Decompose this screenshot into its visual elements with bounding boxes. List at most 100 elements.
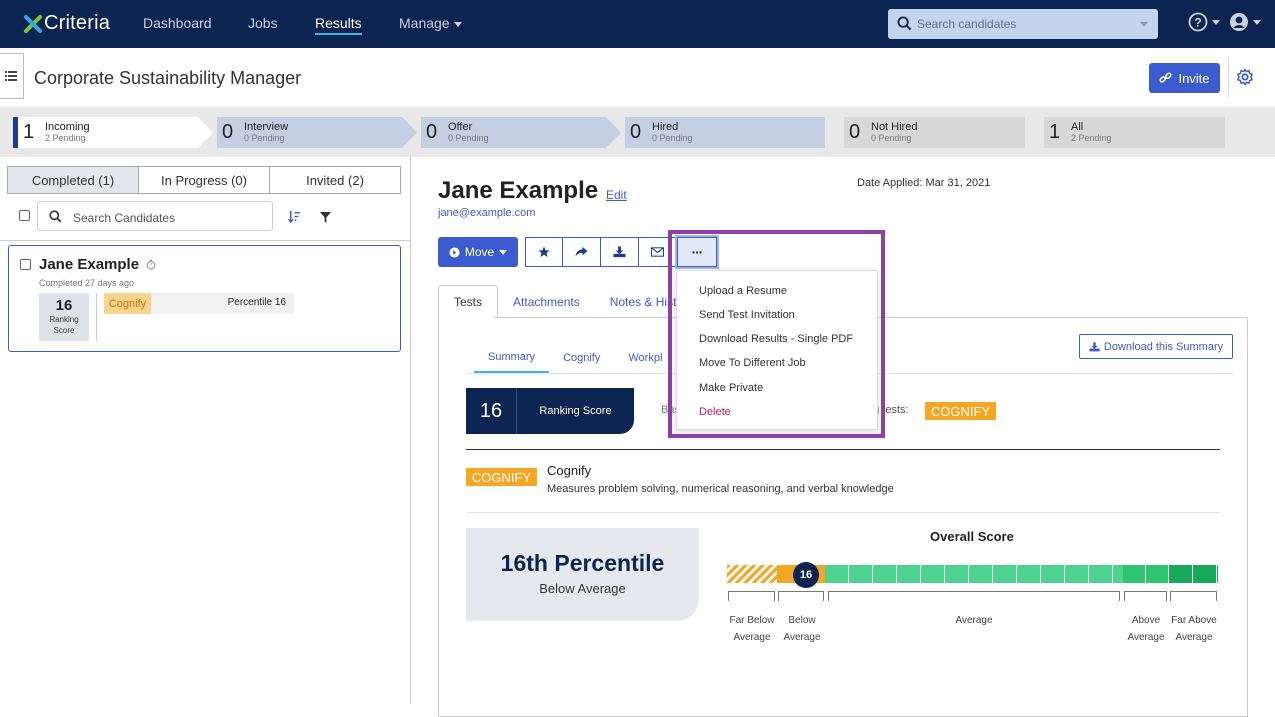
ranking-score-label: Ranking Score	[539, 405, 612, 417]
criteria-logo[interactable]: Criteria	[22, 10, 110, 36]
stage-count: 0	[426, 121, 438, 143]
help-menu[interactable]: ?	[1188, 12, 1220, 32]
stage-count: 0	[849, 121, 861, 143]
band-bracket	[778, 591, 824, 601]
detail-tabs: Tests Attachments Notes & Hist	[438, 285, 691, 318]
stage-count: 1	[23, 121, 35, 143]
subtab-cognify[interactable]: Cognify	[549, 343, 614, 373]
link-icon	[1159, 71, 1172, 83]
question-circle-icon: ?	[1188, 12, 1208, 32]
tab-tests[interactable]: Tests	[438, 285, 499, 318]
candidate-checkbox[interactable]	[20, 259, 31, 270]
stage-label: All	[1071, 120, 1084, 133]
search-icon	[897, 16, 912, 31]
move-button[interactable]: Move	[438, 237, 518, 267]
band-bracket	[728, 591, 775, 601]
nav-dashboard[interactable]: Dashboard	[143, 15, 212, 31]
band-label: Far Below Average	[729, 615, 775, 643]
scale-average	[825, 565, 1123, 583]
ranking-score-block: 16 Ranking Score	[466, 388, 634, 434]
filter-icon[interactable]	[320, 212, 331, 223]
top-navbar: Criteria Dashboard Jobs Results Manage S…	[0, 0, 1275, 48]
caret-down-icon	[499, 249, 508, 255]
stage-offer[interactable]: 0 Offer 0 Pending	[416, 117, 489, 148]
nav-jobs[interactable]: Jobs	[248, 15, 278, 31]
completed-time: Completed 27 days ago	[39, 278, 135, 288]
candidate-search-input[interactable]: Search Candidates	[37, 201, 273, 231]
caret-down-icon	[1253, 19, 1261, 25]
candidate-search[interactable]: Search candidates	[888, 9, 1158, 39]
scale-far-below	[727, 565, 777, 583]
stage-sub: 2 Pending	[45, 132, 86, 143]
percentile-card: 16th Percentile Below Average	[466, 528, 699, 621]
sidebar-toggle-button[interactable]	[0, 53, 24, 99]
stage-label: Offer	[448, 120, 473, 133]
download-icon	[1089, 341, 1100, 351]
stage-sub: 0 Pending	[871, 132, 912, 143]
tab-in-progress[interactable]: In Progress (0)	[139, 166, 270, 194]
scale-far-above	[1169, 565, 1218, 583]
tab-invited[interactable]: Invited (2)	[270, 166, 401, 194]
stage-count: 0	[630, 121, 642, 143]
stage-interview[interactable]: 0 Interview 0 Pending	[212, 117, 288, 148]
invite-label: Invite	[1178, 70, 1210, 86]
job-header: Corporate Sustainability Manager Invite	[0, 48, 1275, 108]
stopwatch-icon	[146, 259, 156, 270]
nav-results[interactable]: Results	[315, 15, 362, 35]
stage-label: Hired	[652, 120, 679, 133]
stage-hired[interactable]: 0 Hired 0 Pending	[620, 117, 693, 148]
divider	[96, 293, 97, 341]
divider	[466, 512, 1220, 513]
list-icon	[4, 71, 17, 81]
job-title: Corporate Sustainability Manager	[34, 68, 302, 88]
candidate-card[interactable]: Jane Example Completed 27 days ago 16 Ra…	[8, 245, 401, 352]
stage-sub: 0 Pending	[448, 132, 489, 143]
stage-count: 1	[1049, 121, 1061, 143]
dropdown-caret-icon	[1140, 22, 1148, 27]
pipeline-stages: 1 Incoming 2 Pending 0 Interview 0 Pending 0…	[0, 108, 1275, 157]
test-tag: Cognify	[104, 293, 151, 314]
nav-manage[interactable]: Manage	[399, 15, 462, 31]
stage-incoming[interactable]: 1 Incoming 2 Pending	[13, 117, 90, 148]
score-marker: 16	[793, 562, 819, 588]
download-button[interactable]	[601, 237, 639, 267]
logo-text: Criteria	[44, 11, 111, 34]
share-button[interactable]	[563, 237, 601, 267]
user-menu[interactable]	[1229, 12, 1261, 32]
divider	[466, 449, 1220, 450]
tab-attachments[interactable]: Attachments	[498, 285, 595, 318]
band-bracket	[1124, 591, 1167, 601]
tab-join	[439, 316, 494, 318]
scale-above	[1123, 565, 1169, 583]
gear-icon[interactable]	[1236, 68, 1254, 86]
caret-down-icon	[1212, 19, 1220, 25]
search-placeholder: Search Candidates	[73, 211, 176, 225]
test-badge: COGNIFY	[466, 468, 537, 486]
band-label: Below Average	[783, 615, 821, 643]
candidate-email[interactable]: jane@example.com	[438, 207, 535, 219]
candidate-name[interactable]: Jane Example	[39, 256, 156, 273]
candidate-list-panel: Completed (1) In Progress (0) Invited (2…	[0, 157, 411, 704]
download-summary-button[interactable]: Download this Summary	[1079, 334, 1233, 359]
nav-manage-label: Manage	[399, 15, 450, 31]
search-icon	[49, 210, 62, 223]
select-all-checkbox[interactable]	[19, 210, 30, 221]
edit-link[interactable]: Edit	[606, 188, 627, 202]
ranking-score-box: 16 Ranking Score	[39, 293, 89, 341]
tab-completed[interactable]: Completed (1)	[7, 166, 139, 194]
stage-not-hired[interactable]: 0 Not Hired 0 Pending	[839, 117, 917, 148]
ranking-score-value: 16	[466, 388, 517, 434]
percentile-bar: Percentile 16	[151, 293, 294, 314]
stage-all[interactable]: 1 All 2 Pending	[1039, 117, 1112, 148]
star-button[interactable]	[525, 237, 563, 267]
move-label: Move	[464, 245, 495, 259]
subtab-summary[interactable]: Summary	[474, 343, 550, 373]
envelope-icon	[651, 247, 664, 257]
candidate-name-text: Jane Example	[39, 256, 140, 273]
candidate-detail: Jane Example Edit jane@example.com Date …	[411, 157, 1275, 717]
stage-sub: 0 Pending	[652, 132, 693, 143]
date-applied: Date Applied: Mar 31, 2021	[857, 177, 991, 189]
invite-button[interactable]: Invite	[1149, 63, 1220, 93]
sort-icon[interactable]	[288, 210, 301, 223]
percentile-text: Percentile 16	[227, 297, 286, 308]
